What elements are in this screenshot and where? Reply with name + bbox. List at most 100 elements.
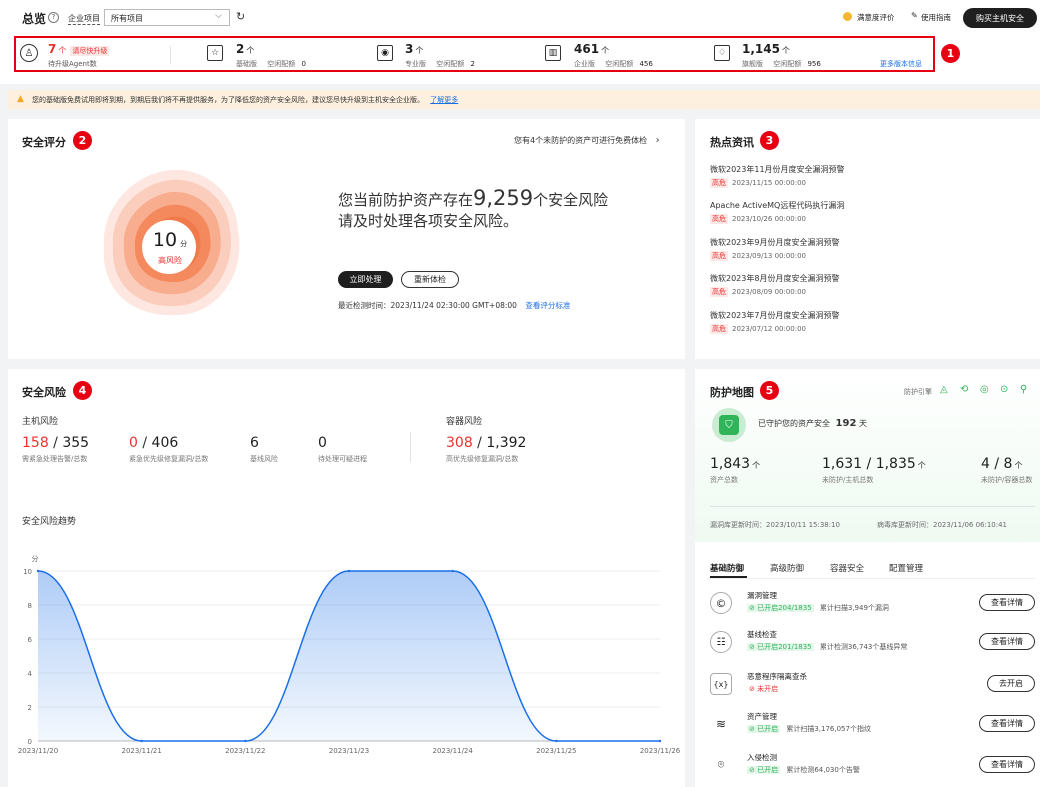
asset-icon: ≋ (715, 717, 727, 731)
premium-idle: 956 (807, 60, 821, 68)
quota-divider (170, 46, 171, 64)
metric-process[interactable]: 0 待处理可疑进程 (318, 435, 367, 464)
intrusion-icon: ⌾ (717, 758, 725, 771)
guide-link[interactable]: 使用指南 (921, 12, 951, 23)
feature-name: 基线检查 (747, 630, 777, 639)
premium-unit: 个 (781, 46, 790, 55)
risk-line-post: 个安全风险 (533, 191, 609, 209)
data-point (36, 569, 40, 573)
malware-icon: {x} (710, 673, 732, 695)
metric-label: 紧急优先级修复漏洞/总数 (129, 455, 209, 463)
more-editions-link[interactable]: 更多版本信息 (880, 59, 922, 69)
risk-count: 9,259 (473, 186, 534, 210)
engine-target-icon[interactable]: ◎ (980, 384, 989, 395)
tab-config-management[interactable]: 配置管理 (889, 562, 923, 574)
news-item-tag: 高危 (710, 178, 728, 188)
stat-label: 未防护/主机总数 (822, 476, 874, 484)
stat-assets[interactable]: 1,843 个 资产总数 (710, 456, 760, 485)
news-item-date: 2023/11/15 00:00:00 (732, 179, 807, 187)
host-risk-title: 主机风险 (22, 417, 59, 427)
callout-badge-4: 4 (73, 381, 92, 400)
stat-value: 1,631 / 1,835 (822, 456, 916, 472)
news-item-tag: 高危 (710, 287, 728, 297)
news-item-date: 2023/09/13 00:00:00 (732, 252, 807, 260)
news-item[interactable]: 微软2023年7月份月度安全漏洞预警 高危 2023/07/12 00:00:00 (710, 310, 839, 334)
risk-line-pre: 您当前防护资产存在 (338, 191, 474, 209)
free-check-link[interactable]: 您有4个未防护的资产可进行免费体检 › (514, 135, 660, 146)
news-item[interactable]: 微软2023年9月份月度安全漏洞预警 高危 2023/09/13 00:00:00 (710, 237, 839, 261)
stat-value: 1,843 (710, 456, 751, 472)
page-title: 总览 (22, 12, 47, 26)
news-item[interactable]: 微软2023年11月份月度安全漏洞预警 高危 2023/11/15 00:00:0… (710, 164, 845, 188)
view-details-button[interactable]: 查看详情 (979, 594, 1035, 611)
callout-badge-1: 1 (941, 44, 960, 63)
stat-containers[interactable]: 4 / 8个 未防护/容器总数 (981, 456, 1032, 485)
score-standard-link[interactable]: 查看评分标准 (525, 301, 570, 310)
feature-name: 资产管理 (747, 712, 777, 721)
tab-basic-defense[interactable]: 基础防御 (710, 562, 744, 574)
x-tick-label: 2023/11/26 (640, 747, 680, 755)
score-title: 安全评分 (22, 136, 66, 149)
refresh-icon[interactable]: ↻ (236, 10, 245, 23)
engine-sync-icon[interactable]: ⟲ (960, 384, 968, 395)
view-details-button[interactable]: 查看详情 (979, 756, 1035, 773)
feature-row-asset: ≋ 资产管理 ⊘ 已开启 累计扫描3,176,057个指纹 查看详情 (700, 707, 1040, 741)
feature-name: 漏洞管理 (747, 591, 777, 600)
engine-search-icon[interactable]: ⊙ (1000, 384, 1008, 395)
agent-label: 待升级Agent数 (48, 60, 97, 68)
metric-total: 406 (151, 435, 179, 451)
engine-pin-icon[interactable]: ⚲ (1020, 384, 1027, 395)
enterprise-unit: 个 (601, 46, 610, 55)
metric-label: 待处理可疑进程 (318, 455, 367, 463)
notice-learn-more-link[interactable]: 了解更多 (430, 96, 458, 104)
basic-idle-label: 空闲配额 (267, 60, 296, 68)
metric-value: 6 (250, 435, 259, 451)
metric-baseline[interactable]: 6 基线风险 (250, 435, 278, 464)
handle-now-button[interactable]: 立即处理 (338, 271, 393, 288)
x-tick-label: 2023/11/23 (329, 747, 369, 755)
news-item[interactable]: Apache ActiveMQ远程代码执行漏洞 高危 2023/10/26 00:… (710, 200, 844, 224)
risk-line-2: 请及时处理各项安全风险。 (338, 212, 519, 230)
notice-text: 您的基础版免费试用即将到期，到期后我们将不再提供服务，为了降低您的资产安全风险，… (32, 96, 424, 104)
basic-edition-icon: ☆ (207, 45, 223, 61)
feature-status: ⊘ 已开启201/1835 (747, 643, 814, 651)
feature-status: ⊘ 已开启 (747, 766, 781, 774)
news-item-tag: 高危 (710, 324, 728, 334)
basic-idle: 0 (301, 60, 306, 68)
y-tick-label: 4 (28, 670, 33, 678)
metric-vulns[interactable]: 0 / 406 紧急优先级修复漏洞/总数 (129, 435, 208, 464)
news-item-date: 2023/10/26 00:00:00 (732, 215, 807, 223)
pro-edition: 专业版 (405, 60, 426, 68)
news-item-title: 微软2023年8月份月度安全漏洞预警 (710, 274, 840, 283)
project-select[interactable]: 所有项目 ⌵ (104, 9, 230, 26)
enable-button[interactable]: 去开启 (987, 675, 1035, 692)
metric-alarms[interactable]: 158 / 355 需紧急处理告警/总数 (22, 435, 89, 464)
view-details-button[interactable]: 查看详情 (979, 633, 1035, 650)
premium-edition-icon: ♢ (714, 45, 730, 61)
stat-value: 4 / 8 (981, 456, 1013, 472)
stat-hosts[interactable]: 1,631 / 1,835 个 未防护/主机总数 (822, 456, 926, 485)
agent-unit: 个 (58, 46, 67, 55)
recheck-button[interactable]: 重新体检 (401, 271, 459, 288)
trend-chart: 分 0 2 4 6 8 10 2023/11/20 2023/11/21 2023/11/22 20… (18, 554, 680, 755)
view-details-button[interactable]: 查看详情 (979, 715, 1035, 732)
basic-edition: 基础版 (236, 60, 257, 68)
stat-unit: 个 (1014, 461, 1023, 470)
y-axis-unit: 分 (32, 554, 39, 563)
buy-button[interactable]: 购买主机安全 (963, 8, 1037, 28)
news-item[interactable]: 微软2023年8月份月度安全漏洞预警 高危 2023/08/09 00:00:00 (710, 273, 839, 297)
chevron-down-icon: ⌵ (215, 11, 222, 21)
score-value: 10 (152, 229, 178, 251)
tab-advanced-defense[interactable]: 高级防御 (770, 562, 804, 574)
metric-container-vulns[interactable]: 308 / 1,392 高优先级修复漏洞/总数 (446, 435, 526, 464)
guard-days: 192 (835, 418, 857, 429)
engine-shield-icon[interactable]: ◬ (940, 384, 948, 395)
news-item-date: 2023/07/12 00:00:00 (732, 325, 807, 333)
rating-link[interactable]: 满意度评价 (857, 12, 895, 23)
tab-container-security[interactable]: 容器安全 (830, 562, 864, 574)
news-item-title: 微软2023年11月份月度安全漏洞预警 (710, 165, 845, 174)
feature-desc: 累计扫描3,176,057个指纹 (786, 725, 871, 733)
news-item-tag: 高危 (710, 251, 728, 261)
help-circle-icon[interactable]: ? (48, 12, 59, 23)
agent-upgrade-tag: 请尽快升级 (70, 46, 110, 56)
